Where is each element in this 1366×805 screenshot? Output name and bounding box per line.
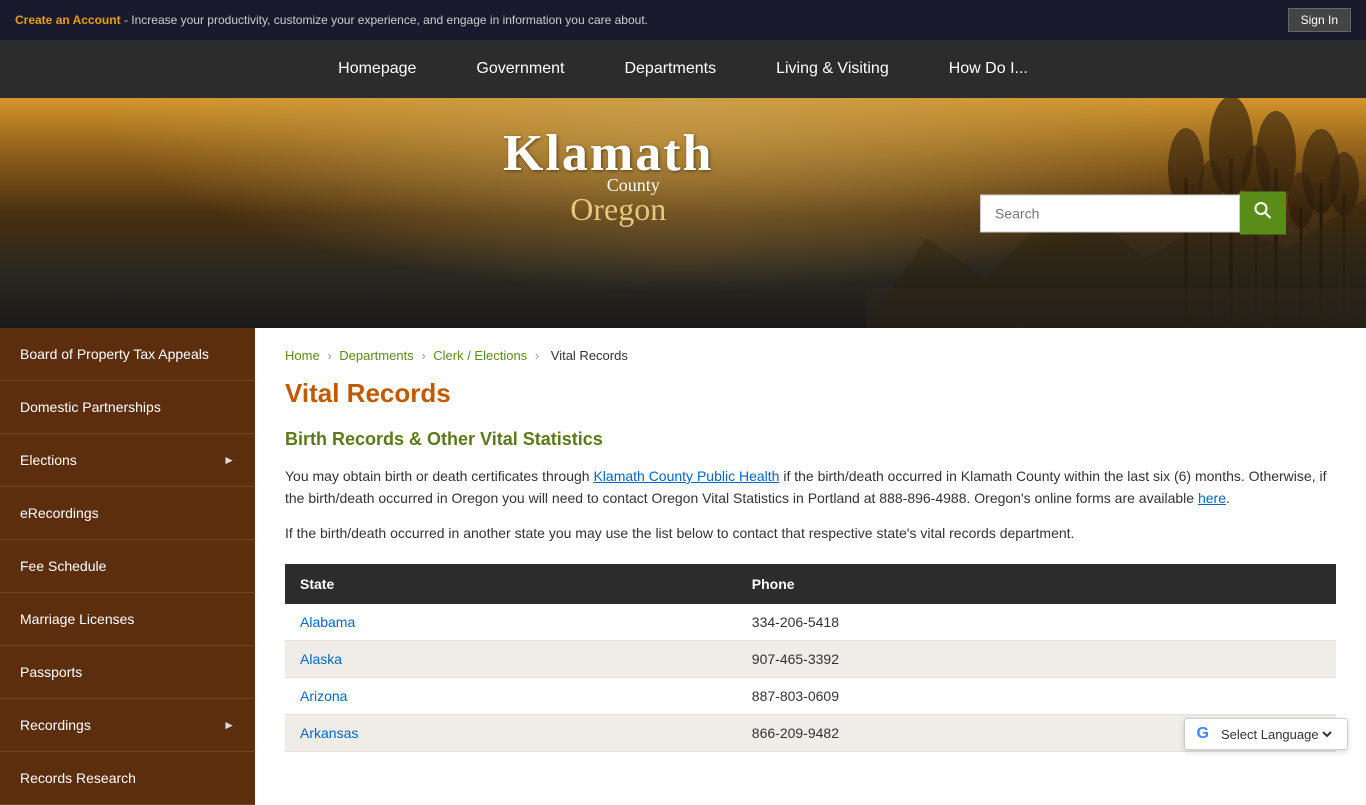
intro-paragraph-2: If the birth/death occurred in another s… <box>285 522 1336 544</box>
breadcrumb-separator: › <box>327 348 335 363</box>
sidebar-label: Elections <box>20 452 77 468</box>
logo-klamath: Klamath <box>503 128 713 180</box>
sidebar-item-marriage-licenses[interactable]: Marriage Licenses <box>0 593 255 646</box>
breadcrumb-separator: › <box>421 348 429 363</box>
sidebar-label: Records Research <box>20 770 136 786</box>
breadcrumb-current: Vital Records <box>551 348 628 363</box>
here-link[interactable]: here <box>1198 490 1226 506</box>
sidebar-item-erecordings[interactable]: eRecordings <box>0 487 255 540</box>
sign-in-button[interactable]: Sign In <box>1288 8 1351 32</box>
table-cell-state: Arizona <box>285 678 737 715</box>
search-input[interactable] <box>980 194 1240 232</box>
google-g-icon: G <box>1197 725 1209 743</box>
sidebar-item-board-of-property-tax-appeals[interactable]: Board of Property Tax Appeals <box>0 328 255 381</box>
search-area <box>980 192 1286 235</box>
sidebar-item-elections[interactable]: Elections ► <box>0 434 255 487</box>
hero-section: Klamath County Oregon <box>0 98 1366 328</box>
table-cell-state: Alaska <box>285 641 737 678</box>
sidebar-item-recordings[interactable]: Recordings ► <box>0 699 255 752</box>
tagline-text: - Increase your productivity, customize … <box>124 13 648 27</box>
para1-text: You may obtain birth or death certificat… <box>285 468 593 484</box>
records-table: State Phone Alabama 334-206-5418 Alaska 907… <box>285 564 1336 752</box>
logo-oregon: Oregon <box>523 191 713 228</box>
chevron-right-icon: ► <box>223 718 235 732</box>
sidebar-label: Recordings <box>20 717 91 733</box>
table-cell-phone: 907-465-3392 <box>737 641 1336 678</box>
table-row: Arizona 887-803-0609 <box>285 678 1336 715</box>
chevron-right-icon: ► <box>223 453 235 467</box>
breadcrumb-separator: › <box>535 348 543 363</box>
main-navigation: Homepage Government Departments Living &… <box>0 40 1366 98</box>
state-link[interactable]: Alaska <box>300 651 342 667</box>
nav-homepage[interactable]: Homepage <box>308 40 446 98</box>
search-button[interactable] <box>1240 192 1286 235</box>
logo-area: Klamath County Oregon <box>503 128 713 228</box>
sidebar-label: Fee Schedule <box>20 558 106 574</box>
breadcrumb-clerk-elections[interactable]: Clerk / Elections <box>433 348 527 363</box>
nav-how-do-i[interactable]: How Do I... <box>919 40 1058 98</box>
sidebar-label: Domestic Partnerships <box>20 399 161 415</box>
sidebar-item-domestic-partnerships[interactable]: Domestic Partnerships <box>0 381 255 434</box>
sidebar: Board of Property Tax Appeals Domestic P… <box>0 328 255 805</box>
sidebar-label: Marriage Licenses <box>20 611 134 627</box>
table-row: Alaska 907-465-3392 <box>285 641 1336 678</box>
top-bar: Create an Account - Increase your produc… <box>0 0 1366 40</box>
klamath-public-health-link[interactable]: Klamath County Public Health <box>593 468 779 484</box>
sidebar-label: Passports <box>20 664 82 680</box>
state-link[interactable]: Arizona <box>300 688 347 704</box>
sidebar-label: eRecordings <box>20 505 99 521</box>
state-link[interactable]: Alabama <box>300 614 355 630</box>
para1-end: . <box>1226 490 1230 506</box>
intro-paragraph-1: You may obtain birth or death certificat… <box>285 465 1336 510</box>
column-header-state: State <box>285 564 737 604</box>
nav-living-visiting[interactable]: Living & Visiting <box>746 40 919 98</box>
language-select[interactable]: Select Language Spanish French German <box>1217 726 1335 743</box>
breadcrumb: Home › Departments › Clerk / Elections ›… <box>285 348 1336 363</box>
content-wrapper: Board of Property Tax Appeals Domestic P… <box>0 328 1366 805</box>
sidebar-item-passports[interactable]: Passports <box>0 646 255 699</box>
table-cell-state: Alabama <box>285 604 737 641</box>
create-account-link[interactable]: Create an Account <box>15 13 121 27</box>
state-link[interactable]: Arkansas <box>300 725 358 741</box>
table-cell-state: Arkansas <box>285 715 737 752</box>
section-title: Birth Records & Other Vital Statistics <box>285 429 1336 450</box>
nav-government[interactable]: Government <box>446 40 594 98</box>
table-cell-phone: 334-206-5418 <box>737 604 1336 641</box>
google-translate-widget[interactable]: G Select Language Spanish French German <box>1184 718 1348 750</box>
table-header-row: State Phone <box>285 564 1336 604</box>
page-title: Vital Records <box>285 378 1336 409</box>
sidebar-label: Board of Property Tax Appeals <box>20 346 209 362</box>
nav-departments[interactable]: Departments <box>594 40 746 98</box>
table-row: Arkansas866-209-9482 <box>285 715 1336 752</box>
sidebar-item-fee-schedule[interactable]: Fee Schedule <box>0 540 255 593</box>
breadcrumb-departments[interactable]: Departments <box>339 348 413 363</box>
sidebar-item-records-research[interactable]: Records Research <box>0 752 255 805</box>
table-cell-phone: 887-803-0609 <box>737 678 1336 715</box>
breadcrumb-home[interactable]: Home <box>285 348 320 363</box>
column-header-phone: Phone <box>737 564 1336 604</box>
table-row: Alabama 334-206-5418 <box>285 604 1336 641</box>
